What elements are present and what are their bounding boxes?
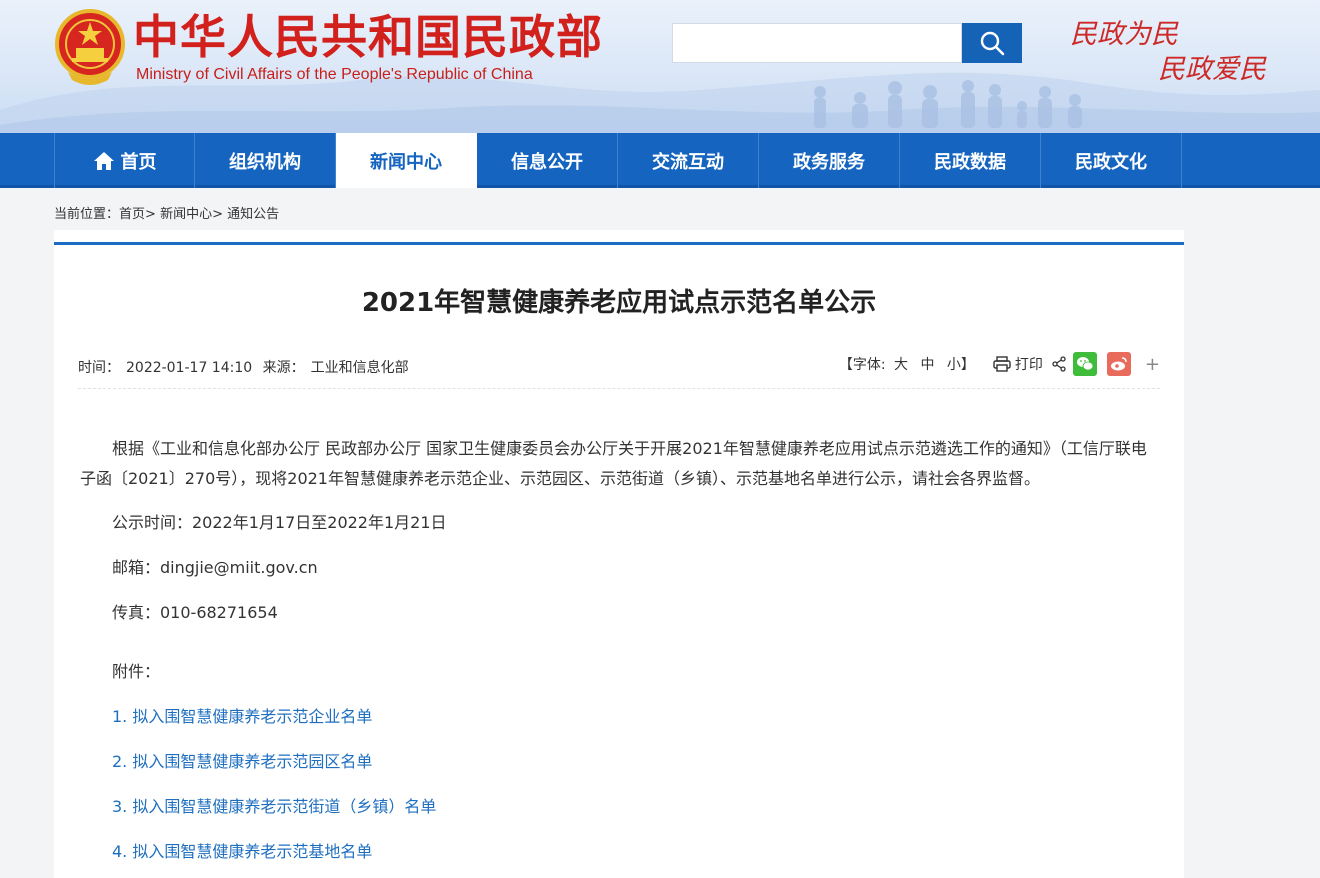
- wechat-share-button[interactable]: [1072, 352, 1097, 376]
- nav-item-label: 信息公开: [511, 151, 583, 173]
- nav-item-label: 组织机构: [229, 151, 301, 173]
- printer-icon: [993, 356, 1011, 372]
- article-tools: 【字体: 大 中 小】 打印 +: [839, 350, 1160, 378]
- main-nav: 首页 组织机构 新闻中心 信息公开 交流互动 政务服务 民政数据 民政文化: [0, 133, 1320, 188]
- weibo-icon: [1110, 357, 1127, 371]
- article-source: 工业和信息化部: [310, 360, 409, 376]
- nav-item-culture[interactable]: 民政文化: [1041, 133, 1182, 188]
- search-input[interactable]: [673, 24, 961, 62]
- site-header: 中华人民共和国民政部 Ministry of Civil Affairs of …: [0, 0, 1320, 133]
- breadcrumb: 当前位置：首页> 新闻中心> 通知公告: [54, 203, 279, 222]
- attachment-link-3[interactable]: 3. 拟入围智慧健康养老示范街道（乡镇）名单: [80, 792, 1162, 822]
- national-emblem-icon: [55, 9, 125, 85]
- nav-item-services[interactable]: 政务服务: [759, 133, 900, 188]
- font-medium-button[interactable]: 中: [920, 357, 934, 373]
- font-size-control: 【字体: 大 中 小】: [839, 354, 979, 374]
- nav-item-home[interactable]: 首页: [54, 133, 195, 188]
- font-size-label: 【字体:: [838, 357, 886, 373]
- breadcrumb-notices[interactable]: 通知公告: [227, 207, 279, 222]
- contact-email: 邮箱：dingjie@miit.gov.cn: [112, 558, 318, 577]
- publish-time: 2022-01-17 14:10: [126, 360, 253, 376]
- announcement-period: 公示时间：2022年1月17日至2022年1月21日: [112, 513, 447, 532]
- weibo-share-button[interactable]: [1106, 352, 1131, 376]
- breadcrumb-prefix: 当前位置：: [54, 207, 120, 222]
- nav-item-label: 新闻中心: [370, 151, 442, 173]
- slogan-line2: 民政爱民: [1158, 54, 1266, 85]
- attachment-link-2[interactable]: 2. 拟入围智慧健康养老示范园区名单: [80, 747, 1162, 777]
- nav-item-interaction[interactable]: 交流互动: [618, 133, 759, 188]
- article-panel: 2021年智慧健康养老应用试点示范名单公示 时间： 2022-01-17 14:1…: [54, 230, 1184, 878]
- breadcrumb-separator: >: [212, 207, 228, 222]
- nav-item-info-disclosure[interactable]: 信息公开: [477, 133, 618, 188]
- attachments-label: 附件：: [112, 662, 161, 681]
- print-label: 打印: [1014, 357, 1043, 373]
- nav-item-news-center[interactable]: 新闻中心: [336, 133, 477, 188]
- search-button[interactable]: [962, 23, 1022, 63]
- breadcrumb-news-center[interactable]: 新闻中心: [160, 207, 212, 222]
- slogan-line1: 民政为民: [1070, 19, 1178, 50]
- article-paragraph: 根据《工业和信息化部办公厅 民政部办公厅 国家卫生健康委员会办公厅关于开展202…: [80, 439, 1147, 488]
- article-content: 根据《工业和信息化部办公厅 民政部办公厅 国家卫生健康委员会办公厅关于开展202…: [80, 434, 1162, 878]
- wechat-icon: [1076, 357, 1094, 371]
- attachment-link-1[interactable]: 1. 拟入围智慧健康养老示范企业名单: [80, 702, 1162, 732]
- article-title: 2021年智慧健康养老应用试点示范名单公示: [361, 288, 877, 318]
- meta-divider: [78, 388, 1160, 389]
- font-small-button[interactable]: 小】: [947, 357, 975, 373]
- breadcrumb-separator: >: [145, 207, 161, 222]
- site-title-en: Ministry of Civil Affairs of the People'…: [136, 66, 533, 83]
- font-large-button[interactable]: 大: [894, 357, 908, 373]
- site-title-cn: 中华人民共和国民政部: [133, 10, 603, 64]
- contact-fax: 传真：010-68271654: [112, 603, 278, 622]
- home-icon: [93, 151, 115, 171]
- print-button[interactable]: 打印: [993, 354, 1043, 374]
- nav-item-data[interactable]: 民政数据: [900, 133, 1041, 188]
- nav-item-organization[interactable]: 组织机构: [195, 133, 336, 188]
- more-share-button[interactable]: +: [1145, 354, 1160, 375]
- article-meta: 时间： 2022-01-17 14:10 来源： 工业和信息化部: [78, 357, 415, 377]
- nav-item-label: 政务服务: [793, 151, 865, 173]
- nav-item-label: 交流互动: [652, 151, 724, 173]
- attachment-link-4[interactable]: 4. 拟入围智慧健康养老示范基地名单: [80, 837, 1162, 867]
- breadcrumb-home[interactable]: 首页: [119, 207, 145, 222]
- search-box: [672, 23, 962, 63]
- source-label: 来源：: [262, 360, 305, 376]
- nav-item-label: 民政数据: [934, 151, 1006, 173]
- article-top-divider: [54, 242, 1184, 245]
- search-icon: [980, 31, 1005, 56]
- time-label: 时间：: [78, 360, 120, 376]
- share-icon: [1051, 356, 1067, 372]
- nav-item-label: 民政文化: [1075, 151, 1147, 173]
- nav-item-label: 首页: [120, 151, 157, 173]
